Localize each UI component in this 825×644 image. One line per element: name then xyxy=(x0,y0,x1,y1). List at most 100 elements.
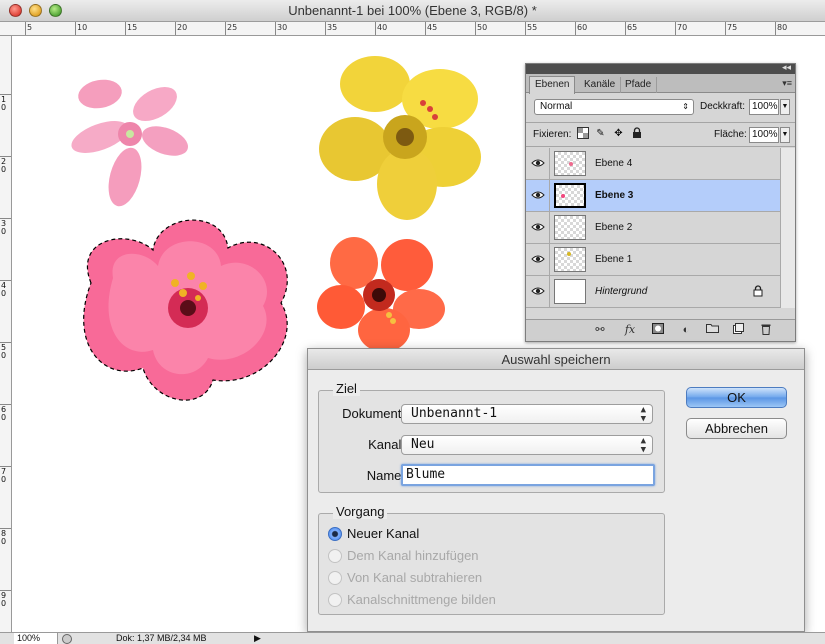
ok-button[interactable]: OK xyxy=(686,387,787,408)
lock-transparency-icon[interactable] xyxy=(576,127,589,140)
zoom-field[interactable]: 100% xyxy=(14,633,58,644)
panel-menu-icon[interactable]: ▾≡ xyxy=(782,78,792,89)
horizontal-ruler[interactable]: 5 10 15 20 25 30 35 40 45 50 55 60 65 70 75 80 xyxy=(0,22,825,36)
blend-mode-value: Normal xyxy=(540,101,573,112)
ruler-label: 2 0 xyxy=(1,157,7,174)
ruler-label: 20 xyxy=(177,23,188,32)
ruler-label: 60 xyxy=(577,23,588,32)
dialog-title[interactable]: Auswahl speichern xyxy=(308,349,804,370)
ruler-label: 8 0 xyxy=(1,529,7,546)
ruler-tick xyxy=(175,22,176,35)
radio-button[interactable] xyxy=(328,549,342,563)
ruler-label: 80 xyxy=(777,23,788,32)
opacity-dropdown-button[interactable]: ▼ xyxy=(780,99,790,115)
vertical-ruler[interactable]: 1 0 2 0 3 0 4 0 5 0 6 0 7 0 8 0 9 0 xyxy=(0,36,12,632)
layer-name[interactable]: Ebene 3 xyxy=(595,190,633,201)
radio-button[interactable] xyxy=(328,593,342,607)
panel-divider xyxy=(526,146,795,147)
fill-dropdown-button[interactable]: ▼ xyxy=(780,127,790,143)
window-title: Unbenannt-1 bei 100% (Ebene 3, RGB/8) * xyxy=(288,3,537,18)
lock-all-icon[interactable] xyxy=(630,127,643,140)
layer-name[interactable]: Hintergrund xyxy=(595,286,647,297)
window-titlebar: Unbenannt-1 bei 100% (Ebene 3, RGB/8) * xyxy=(0,0,825,22)
document-label: Dokument: xyxy=(342,406,405,421)
layer-row-hintergrund[interactable]: Hintergrund xyxy=(526,276,780,308)
channel-select[interactable]: Neu ▲ ▼ xyxy=(401,435,653,455)
eye-icon xyxy=(531,223,545,231)
layer-thumbnail xyxy=(554,247,586,272)
new-layer-icon[interactable] xyxy=(730,323,746,337)
visibility-toggle[interactable] xyxy=(526,212,550,243)
ruler-tick xyxy=(25,22,26,35)
updown-arrow-icon: ▲ ▼ xyxy=(640,436,646,455)
ruler-label: 30 xyxy=(277,23,288,32)
visibility-toggle[interactable] xyxy=(526,244,550,275)
panel-divider xyxy=(526,122,795,123)
name-field[interactable]: Blume xyxy=(401,464,655,486)
channel-value: Neu xyxy=(411,437,435,452)
ruler-tick xyxy=(725,22,726,35)
mask-icon[interactable] xyxy=(650,323,666,337)
opacity-label: Deckkraft: xyxy=(700,101,746,112)
blend-mode-select[interactable]: Normal ⇕ xyxy=(534,99,694,115)
panel-header[interactable]: ◂◂ xyxy=(526,62,795,74)
document-select[interactable]: Unbenannt-1 ▲ ▼ xyxy=(401,404,653,424)
status-bar: 100% Dok: 1,37 MB/2,34 MB ▶ xyxy=(0,632,825,644)
visibility-toggle[interactable] xyxy=(526,276,550,307)
ruler-label: 55 xyxy=(527,23,538,32)
layer-name[interactable]: Ebene 1 xyxy=(595,254,632,265)
layer-name[interactable]: Ebene 4 xyxy=(595,158,632,169)
target-legend: Ziel xyxy=(333,381,360,396)
cancel-button[interactable]: Abbrechen xyxy=(686,418,787,439)
tab-channels[interactable]: Kanäle xyxy=(579,77,622,93)
layer-lock-icon xyxy=(753,285,763,300)
adjustment-icon[interactable]: ◐ xyxy=(678,323,694,337)
radio-button[interactable] xyxy=(328,571,342,585)
ruler-tick xyxy=(275,22,276,35)
ruler-label: 70 xyxy=(677,23,688,32)
layer-row-ebene-2[interactable]: Ebene 2 xyxy=(526,212,780,244)
ruler-label: 1 0 xyxy=(1,95,7,112)
flower-yellow xyxy=(319,56,481,220)
layer-name[interactable]: Ebene 2 xyxy=(595,222,632,233)
status-menu-arrow-icon[interactable]: ▶ xyxy=(254,633,261,644)
ruler-tick xyxy=(425,22,426,35)
document-value: Unbenannt-1 xyxy=(411,406,498,421)
layer-row-ebene-4[interactable]: Ebene 4 xyxy=(526,148,780,180)
visibility-toggle[interactable] xyxy=(526,180,550,211)
folder-icon[interactable] xyxy=(704,323,720,337)
ruler-label: 45 xyxy=(427,23,438,32)
radio-label: Dem Kanal hinzufügen xyxy=(347,548,479,563)
eye-icon xyxy=(531,287,545,295)
lock-label: Fixieren: xyxy=(533,129,572,140)
lock-brush-icon[interactable]: ✎ xyxy=(594,127,607,140)
lock-move-icon[interactable]: ✥ xyxy=(612,127,625,140)
ruler-label: 65 xyxy=(627,23,638,32)
name-label: Name: xyxy=(366,468,405,483)
flower-light-pink xyxy=(71,79,188,207)
collapse-panel-icon[interactable]: ◂◂ xyxy=(782,62,791,73)
radio-label: Von Kanal subtrahieren xyxy=(347,570,483,585)
layer-list-scrollbar[interactable] xyxy=(780,148,795,308)
link-icon[interactable]: ⚯ xyxy=(592,323,608,337)
status-info-icon[interactable] xyxy=(62,634,72,644)
ruler-tick xyxy=(225,22,226,35)
trash-icon[interactable] xyxy=(758,323,774,337)
layer-thumbnail xyxy=(554,279,586,304)
radio-button[interactable] xyxy=(328,527,342,541)
tab-layers[interactable]: Ebenen xyxy=(529,76,576,94)
target-group: Ziel Dokument: Unbenannt-1 ▲ ▼ Kanal: Neu… xyxy=(318,381,665,493)
ruler-label: 3 0 xyxy=(1,219,7,236)
layer-row-ebene-3[interactable]: Ebene 3 xyxy=(526,180,780,212)
ruler-label: 5 0 xyxy=(1,343,7,360)
updown-arrow-icon: ▲ ▼ xyxy=(640,405,646,424)
panel-footer: ⚯ fx ◐ xyxy=(526,319,795,341)
fx-icon[interactable]: fx xyxy=(622,323,638,337)
fill-field[interactable]: 100% xyxy=(749,127,779,143)
ruler-tick xyxy=(325,22,326,35)
visibility-toggle[interactable] xyxy=(526,148,550,179)
opacity-field[interactable]: 100% xyxy=(749,99,779,115)
ruler-label: 10 xyxy=(77,23,88,32)
tab-paths[interactable]: Pfade xyxy=(620,77,658,93)
layer-row-ebene-1[interactable]: Ebene 1 xyxy=(526,244,780,276)
